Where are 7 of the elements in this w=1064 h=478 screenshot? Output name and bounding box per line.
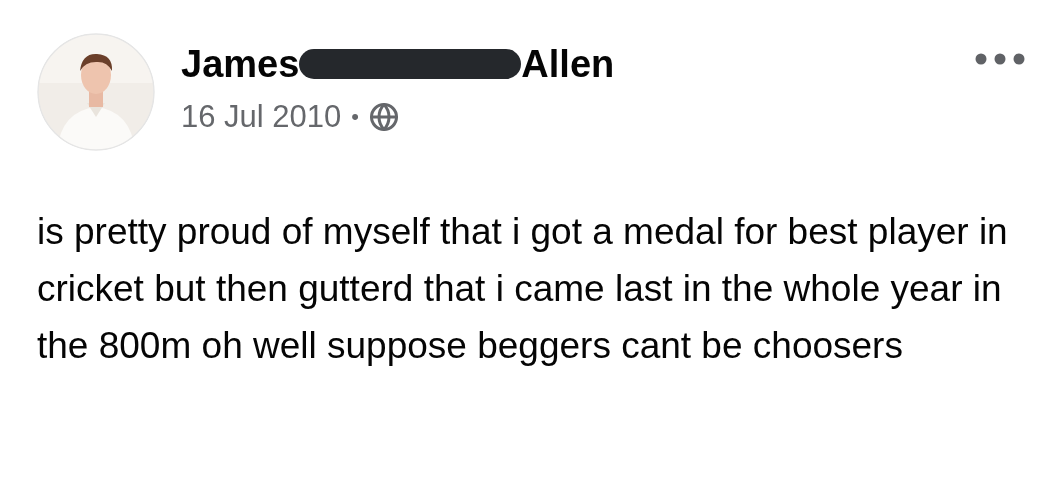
globe-icon xyxy=(369,101,399,132)
author-name[interactable]: James xyxy=(181,45,300,83)
author-name[interactable]: Allen xyxy=(521,45,615,83)
post-text: is pretty proud of myself that i got a medal for best player in cricket but then gutterd that i came last in the whole year in the 800m oh well suppose beggers cant be choosers xyxy=(37,210,1009,368)
post-date[interactable]: 16 Jul 2010 xyxy=(181,101,342,132)
separator: • xyxy=(351,105,359,128)
more-options-icon[interactable] xyxy=(975,53,1025,65)
